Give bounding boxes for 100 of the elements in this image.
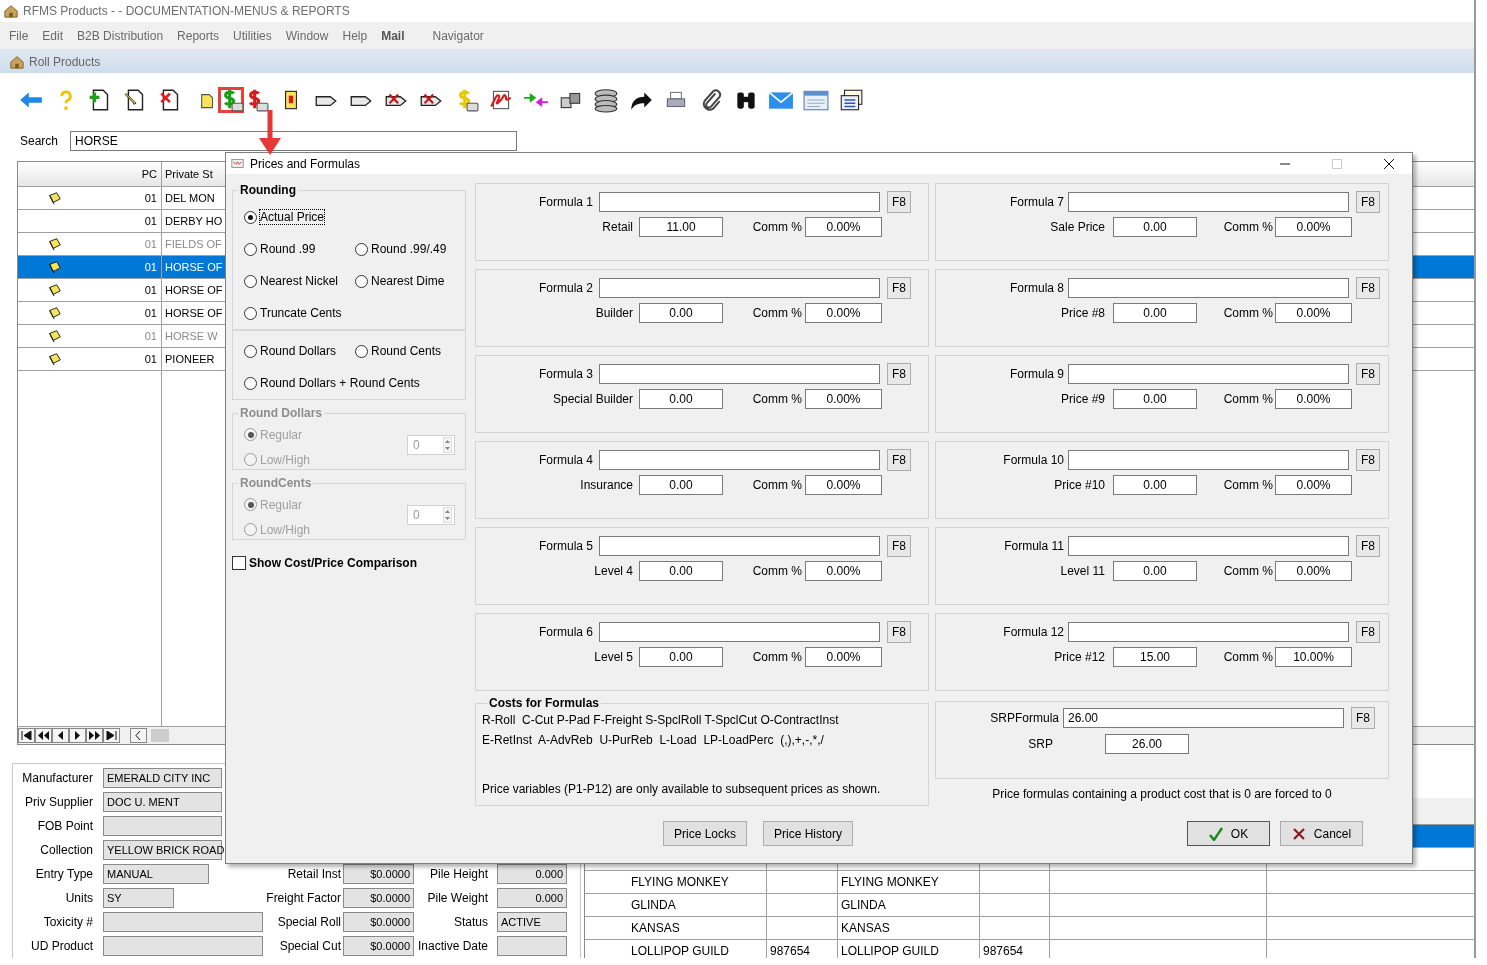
- price-field[interactable]: 0.00: [639, 303, 723, 323]
- text-field[interactable]: 0.000: [497, 864, 567, 884]
- radio-label[interactable]: Round .99: [260, 242, 316, 256]
- formula-field[interactable]: [1068, 278, 1349, 298]
- radio-label[interactable]: Actual Price: [260, 210, 325, 224]
- formula-field[interactable]: [1068, 536, 1349, 556]
- f8-button[interactable]: F8: [887, 621, 911, 643]
- text-field[interactable]: $0.0000: [343, 936, 414, 956]
- f8-button[interactable]: F8: [1356, 277, 1380, 299]
- price-field[interactable]: 0.00: [639, 647, 723, 667]
- price-field[interactable]: 0.00: [1113, 475, 1197, 495]
- text-field[interactable]: $0.0000: [343, 864, 414, 884]
- formula-field[interactable]: [1068, 450, 1349, 470]
- formula-field[interactable]: [599, 192, 880, 212]
- price-field[interactable]: 0.00: [1113, 561, 1197, 581]
- radio-button[interactable]: [244, 306, 257, 320]
- text-field[interactable]: [497, 936, 567, 956]
- text-field[interactable]: [103, 816, 222, 836]
- price-field[interactable]: 0.00: [639, 561, 723, 581]
- radio-label[interactable]: Round Dollars + Round Cents: [260, 376, 420, 390]
- commission-field[interactable]: 0.00%: [805, 647, 882, 667]
- formula-field[interactable]: [1068, 192, 1349, 212]
- formula-field[interactable]: [1068, 622, 1349, 642]
- radio-label[interactable]: Round Dollars: [260, 344, 337, 358]
- f8-button[interactable]: F8: [1356, 535, 1380, 557]
- price-field[interactable]: 26.00: [1105, 734, 1189, 754]
- text-field[interactable]: 0.000: [497, 888, 567, 908]
- radio-button[interactable]: [244, 376, 257, 390]
- f8-button[interactable]: F8: [1356, 363, 1380, 385]
- last-button[interactable]: [103, 728, 120, 743]
- commission-field[interactable]: 0.00%: [1275, 475, 1352, 495]
- radio-label[interactable]: Nearest Nickel: [260, 274, 339, 288]
- menu-item[interactable]: Utilities: [226, 28, 279, 43]
- radio-label[interactable]: Round Cents: [371, 344, 442, 358]
- table-row[interactable]: KANSAS KANSAS: [585, 917, 1474, 940]
- text-field[interactable]: [103, 912, 263, 932]
- f8-button[interactable]: F8: [887, 449, 911, 471]
- formula-field[interactable]: [599, 622, 880, 642]
- text-field[interactable]: DOC U. MENT: [103, 792, 222, 812]
- price-field[interactable]: 0.00: [1113, 389, 1197, 409]
- fast-forward-button[interactable]: [86, 728, 103, 743]
- scrollbar-thumb[interactable]: [151, 729, 169, 742]
- menu-item[interactable]: File: [2, 28, 36, 43]
- text-field[interactable]: [103, 936, 263, 956]
- commission-field[interactable]: 0.00%: [805, 303, 882, 323]
- text-field[interactable]: EMERALD CITY INC: [103, 768, 222, 788]
- price-field[interactable]: 0.00: [639, 475, 723, 495]
- f8-button[interactable]: F8: [887, 191, 911, 213]
- radio-button[interactable]: [244, 210, 257, 224]
- radio-button[interactable]: [244, 242, 257, 256]
- radio-button[interactable]: [244, 344, 257, 358]
- table-row[interactable]: LOLLIPOP GUILD 987654 LOLLIPOP GUILD 987654: [585, 940, 1474, 958]
- radio-label[interactable]: Round .99/.49: [371, 242, 447, 256]
- previous-button[interactable]: [52, 728, 69, 743]
- table-row[interactable]: FLYING MONKEY FLYING MONKEY: [585, 871, 1474, 894]
- radio-label[interactable]: Truncate Cents: [260, 306, 342, 320]
- search-field[interactable]: HORSE: [70, 131, 518, 151]
- formula-field[interactable]: [599, 536, 880, 556]
- radio-button[interactable]: [355, 242, 368, 256]
- f8-button[interactable]: F8: [1356, 191, 1380, 213]
- text-field[interactable]: YELLOW BRICK ROAD: [103, 840, 222, 860]
- toolbar-button[interactable]: [838, 87, 864, 113]
- commission-field[interactable]: 0.00%: [805, 217, 882, 237]
- commission-field[interactable]: 0.00%: [805, 389, 882, 409]
- radio-button[interactable]: [355, 344, 368, 358]
- commission-field[interactable]: 0.00%: [1275, 303, 1352, 323]
- f8-button[interactable]: F8: [1356, 449, 1380, 471]
- commission-field[interactable]: 10.00%: [1275, 647, 1352, 667]
- checkbox[interactable]: Show Cost/Price Comparison: [232, 556, 418, 570]
- ok-button[interactable]: OK: [1187, 821, 1270, 846]
- table-row[interactable]: GLINDA GLINDA: [585, 894, 1474, 917]
- text-field[interactable]: $0.0000: [343, 888, 414, 908]
- menu-item[interactable]: Help: [335, 28, 375, 43]
- commission-field[interactable]: 0.00%: [1275, 217, 1352, 237]
- radio-button[interactable]: [355, 274, 368, 288]
- next-button[interactable]: [69, 728, 86, 743]
- commission-field[interactable]: 0.00%: [1275, 389, 1352, 409]
- cancel-button[interactable]: Cancel: [1280, 821, 1363, 846]
- radio-label[interactable]: Nearest Dime: [371, 274, 445, 288]
- f8-button[interactable]: F8: [887, 277, 911, 299]
- text-field[interactable]: $0.0000: [343, 912, 414, 932]
- text-field[interactable]: SY: [103, 888, 174, 908]
- toolbar-button[interactable]: [593, 87, 619, 113]
- column-header[interactable]: PC: [140, 162, 162, 186]
- f8-button[interactable]: F8: [887, 363, 911, 385]
- menu-item[interactable]: Mail: [374, 28, 412, 43]
- menu-item[interactable]: Edit: [35, 28, 71, 43]
- radio-button[interactable]: [244, 274, 257, 288]
- column-header[interactable]: Private St: [162, 162, 222, 186]
- price-field[interactable]: 15.00: [1113, 647, 1197, 667]
- formula-field[interactable]: [1068, 364, 1349, 384]
- commission-field[interactable]: 0.00%: [805, 475, 882, 495]
- price-field[interactable]: 0.00: [1113, 303, 1197, 323]
- commission-field[interactable]: 0.00%: [805, 561, 882, 581]
- price-field[interactable]: 11.00: [639, 217, 723, 237]
- commission-field[interactable]: 0.00%: [1275, 561, 1352, 581]
- menu-item[interactable]: Navigator: [425, 28, 491, 43]
- text-field[interactable]: MANUAL: [103, 864, 209, 884]
- rewind-button[interactable]: [35, 728, 52, 743]
- text-field[interactable]: ACTIVE: [497, 912, 567, 932]
